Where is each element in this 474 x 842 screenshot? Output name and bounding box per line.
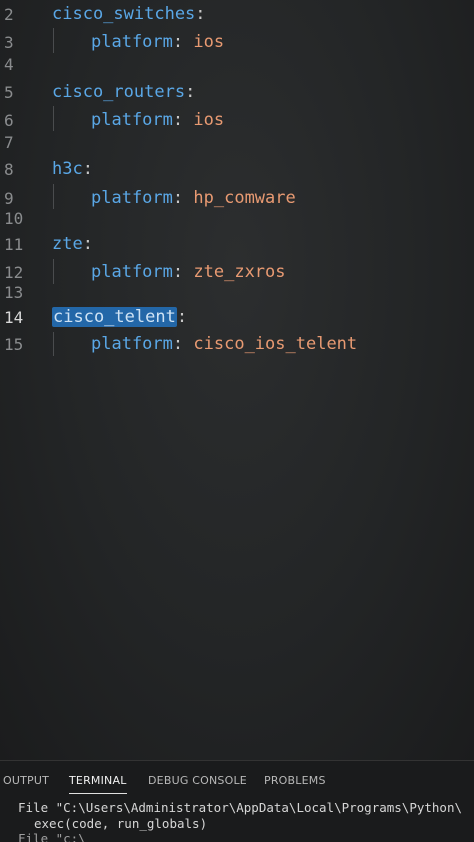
code-line[interactable]: 11 zte: [0, 232, 474, 257]
yaml-colon: : [82, 234, 93, 254]
yaml-colon: : [195, 4, 206, 24]
code-text: cisco_routers: [52, 80, 195, 105]
yaml-key: zte [52, 234, 83, 254]
line-number: 2 [4, 5, 14, 24]
code-line[interactable]: 14 cisco_telent: [0, 305, 474, 330]
tab-output[interactable]: OUTPUT [3, 769, 49, 793]
line-number: 11 [4, 235, 24, 254]
line-number: 13 [4, 283, 24, 302]
yaml-colon: : [172, 188, 184, 208]
yaml-value: hp_comware [193, 188, 296, 208]
code-line[interactable]: 8 h3c: [0, 157, 474, 182]
line-number: 4 [4, 55, 14, 74]
bottom-panel: OUTPUT TERMINAL DEBUG CONSOLE PROBLEMS F… [0, 760, 474, 842]
code-line[interactable]: 10 [0, 206, 474, 231]
code-line[interactable]: 13 [0, 280, 474, 305]
yaml-key: platform [91, 110, 173, 130]
yaml-colon: : [172, 110, 184, 130]
yaml-value: ios [193, 32, 225, 52]
yaml-value: ios [193, 110, 225, 130]
code-line[interactable]: 7 [0, 130, 474, 155]
yaml-value: zte_zxros [193, 262, 286, 282]
line-number: 14 [4, 308, 24, 327]
yaml-key: platform [91, 32, 173, 52]
yaml-key: platform [91, 334, 173, 354]
line-number: 15 [4, 335, 24, 354]
tab-problems[interactable]: PROBLEMS [264, 769, 326, 793]
tab-debug-console[interactable]: DEBUG CONSOLE [148, 769, 247, 793]
yaml-key: h3c [52, 159, 83, 179]
yaml-key: cisco_routers [52, 82, 186, 102]
code-editor[interactable]: 2 cisco_switches: 3 platform: ios 4 5 ci… [0, 0, 474, 760]
yaml-key: cisco_switches [52, 4, 196, 24]
line-number: 8 [4, 160, 14, 179]
panel-tabs: OUTPUT TERMINAL DEBUG CONSOLE PROBLEMS [0, 769, 474, 794]
yaml-colon: : [176, 307, 188, 327]
line-number: 5 [4, 83, 14, 102]
yaml-colon: : [172, 32, 184, 52]
yaml-colon: : [185, 82, 196, 102]
code-text: platform: cisco_ios_telent [91, 332, 357, 357]
code-line[interactable]: 15 platform: cisco_ios_telent [0, 332, 474, 357]
line-number: 7 [4, 133, 14, 152]
code-line[interactable]: 2 cisco_switches: [0, 2, 474, 27]
code-text: cisco_switches: [52, 2, 206, 27]
code-text: cisco_telent: [52, 305, 187, 330]
yaml-key: platform [91, 262, 173, 282]
tab-terminal[interactable]: TERMINAL [69, 769, 127, 794]
yaml-colon: : [172, 262, 184, 282]
yaml-value: cisco_ios_telent [193, 334, 358, 354]
terminal-line: exec(code, run_globals) [34, 816, 208, 831]
code-text: zte: [52, 232, 93, 257]
terminal-line: File "C:\Users\Administrator\AppData\Loc… [18, 800, 463, 815]
yaml-colon: : [172, 334, 184, 354]
yaml-key: platform [91, 188, 173, 208]
yaml-colon: : [82, 159, 93, 179]
line-number: 10 [4, 209, 24, 228]
code-text: h3c: [52, 157, 93, 182]
code-line[interactable]: 5 cisco_routers: [0, 80, 474, 105]
terminal-line: File "c:\ [18, 831, 86, 842]
selected-text[interactable]: cisco_telent [52, 307, 177, 327]
code-line[interactable]: 4 [0, 52, 474, 77]
